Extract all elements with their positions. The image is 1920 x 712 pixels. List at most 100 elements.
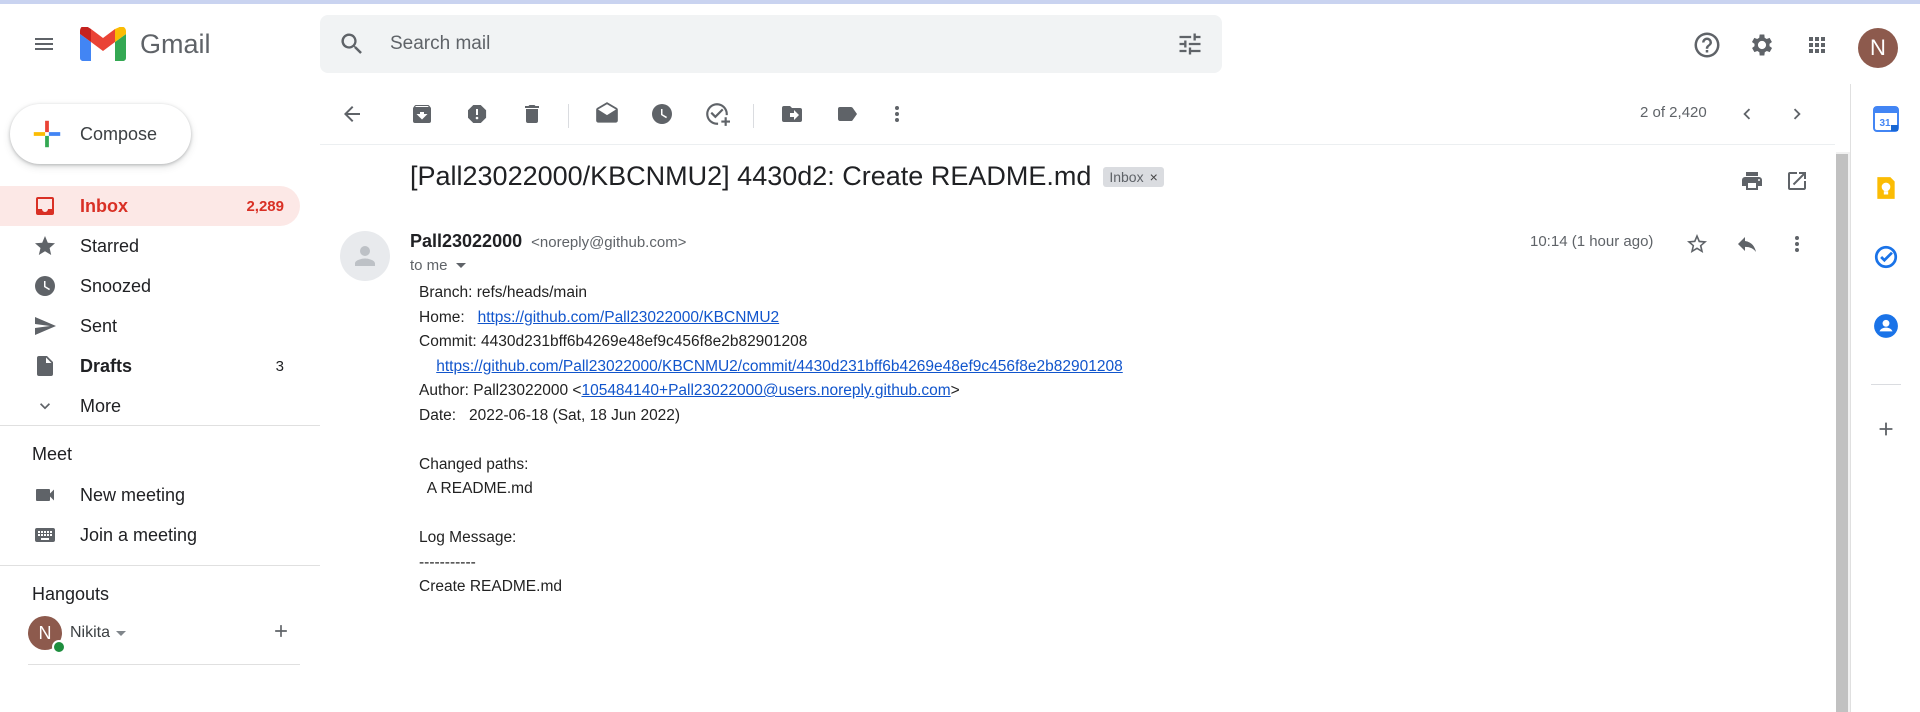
mark-unread-button[interactable] <box>593 100 621 128</box>
open-new-window-button[interactable] <box>1783 167 1811 195</box>
search-options-icon[interactable] <box>1176 30 1204 58</box>
move-to-button[interactable] <box>778 100 806 128</box>
nav-item-inbox[interactable]: Inbox 2,289 <box>0 186 300 226</box>
sidebar-divider <box>28 664 300 665</box>
home-link[interactable]: https://github.com/Pall23022000/KBCNMU2 <box>478 309 780 326</box>
side-panel: 31 <box>1850 84 1920 712</box>
side-panel-divider <box>1871 384 1901 385</box>
unread-count: 2,289 <box>246 197 284 215</box>
app-name: Gmail <box>140 28 211 59</box>
plus-icon <box>275 625 287 637</box>
commit-link[interactable]: https://github.com/Pall23022000/KBCNMU2/… <box>436 358 1123 375</box>
apps-button[interactable] <box>1800 28 1834 62</box>
calendar-button[interactable]: 31 <box>1871 104 1901 134</box>
older-button[interactable] <box>1783 100 1811 128</box>
search-bar[interactable] <box>320 15 1222 73</box>
label-icon <box>838 107 857 121</box>
account-avatar[interactable]: N <box>1858 28 1898 68</box>
recipient-text: to me <box>410 257 448 274</box>
add-to-tasks-button[interactable] <box>703 100 731 128</box>
more-vert-icon <box>895 106 899 122</box>
support-button[interactable] <box>1690 28 1724 62</box>
labels-button[interactable] <box>833 100 861 128</box>
nav-list: Inbox 2,289 Starred Snoozed Sent Drafts … <box>0 186 300 426</box>
help-icon <box>1694 32 1720 58</box>
more-message-actions-button[interactable] <box>1782 229 1812 259</box>
clock-icon <box>652 104 672 124</box>
join-meeting-item[interactable]: Join a meeting <box>0 515 300 555</box>
nav-item-drafts[interactable]: Drafts 3 <box>0 346 300 386</box>
nav-item-starred[interactable]: Starred <box>0 226 300 266</box>
plus-icon <box>1879 422 1893 436</box>
remove-label-icon[interactable]: × <box>1150 169 1158 185</box>
body-log-separator: ----------- <box>419 553 476 571</box>
chevron-right-icon <box>1793 108 1801 120</box>
nav-item-sent[interactable]: Sent <box>0 306 300 346</box>
drafts-count: 3 <box>275 357 284 375</box>
apps-grid-icon <box>1809 37 1825 53</box>
nav-item-more[interactable]: More <box>0 386 300 426</box>
search-input[interactable] <box>390 29 1150 59</box>
label-chip[interactable]: Inbox × <box>1103 166 1164 187</box>
caret-down-icon <box>455 263 466 268</box>
delete-button[interactable] <box>518 100 546 128</box>
main-menu-button[interactable] <box>24 24 64 64</box>
gmail-m-icon <box>80 27 126 61</box>
chevron-down-icon <box>32 393 58 419</box>
send-icon <box>32 313 58 339</box>
email-toolbar: 2 of 2,420 <box>320 84 1850 144</box>
hangouts-user[interactable]: N Nikita <box>28 616 127 654</box>
snooze-button[interactable] <box>648 100 676 128</box>
archive-button[interactable] <box>408 100 436 128</box>
get-addons-button[interactable] <box>1871 414 1901 444</box>
body-commit: Commit: 4430d231bff6b4269e48ef9c456f8e2b… <box>419 333 808 350</box>
compose-plus-icon <box>33 120 61 148</box>
contacts-button[interactable] <box>1871 311 1901 341</box>
keep-button[interactable] <box>1871 173 1901 203</box>
calendar-icon: 31 <box>1873 106 1899 132</box>
body-changed-title: Changed paths: <box>419 455 529 473</box>
chevron-left-icon <box>1743 108 1751 120</box>
star-button[interactable] <box>1682 229 1712 259</box>
nav-item-snoozed[interactable]: Snoozed <box>0 266 300 306</box>
scrollbar-thumb[interactable] <box>1836 154 1848 712</box>
keep-bulb-icon <box>1877 177 1895 199</box>
more-actions-button[interactable] <box>883 100 911 128</box>
meet-section-title: Meet <box>32 444 73 464</box>
body-author-prefix: Author: Pall23022000 < <box>419 382 582 399</box>
avatar-initial: N <box>38 622 52 643</box>
tasks-button[interactable] <box>1871 242 1901 272</box>
nav-label: Inbox <box>80 195 128 216</box>
body-commit-indent <box>419 358 436 375</box>
keyboard-icon <box>32 522 58 548</box>
sender-name[interactable]: Pall23022000 <box>410 231 522 251</box>
recipient-details[interactable]: to me <box>410 257 466 274</box>
nav-label: Drafts <box>80 355 133 376</box>
reply-button[interactable] <box>1732 229 1762 259</box>
body-date: Date: 2022-06-18 (Sat, 18 Jun 2022) <box>419 406 681 424</box>
settings-button[interactable] <box>1745 28 1779 62</box>
newer-button[interactable] <box>1733 100 1761 128</box>
hamburger-menu-icon <box>35 38 53 50</box>
email-body: Branch: refs/heads/main Home: https://gi… <box>419 281 1123 600</box>
hangouts-user-name: Nikita <box>70 624 111 641</box>
open-in-new-icon <box>1788 172 1806 190</box>
new-conversation-button[interactable] <box>268 618 294 644</box>
back-button[interactable] <box>338 100 366 128</box>
author-email-link[interactable]: 105484140+Pall23022000@users.noreply.git… <box>581 382 950 399</box>
report-spam-button[interactable] <box>463 100 491 128</box>
mark-unread-icon <box>596 102 618 123</box>
sender-avatar[interactable] <box>340 231 390 281</box>
body-branch: Branch: refs/heads/main <box>419 284 588 301</box>
subject-text: [Pall23022000/KBCNMU2] 4430d2: Create RE… <box>410 161 1092 191</box>
move-to-folder-icon <box>782 106 802 122</box>
trash-icon <box>525 105 539 123</box>
new-meeting-item[interactable]: New meeting <box>0 475 300 515</box>
sender-email: <noreply@github.com> <box>531 234 687 251</box>
nav-label: Sent <box>80 315 118 336</box>
arrow-back-icon <box>344 106 360 122</box>
gmail-logo[interactable]: Gmail <box>80 24 211 64</box>
print-button[interactable] <box>1738 167 1766 195</box>
compose-button[interactable]: Compose <box>10 104 191 164</box>
search-icon[interactable] <box>338 30 366 58</box>
